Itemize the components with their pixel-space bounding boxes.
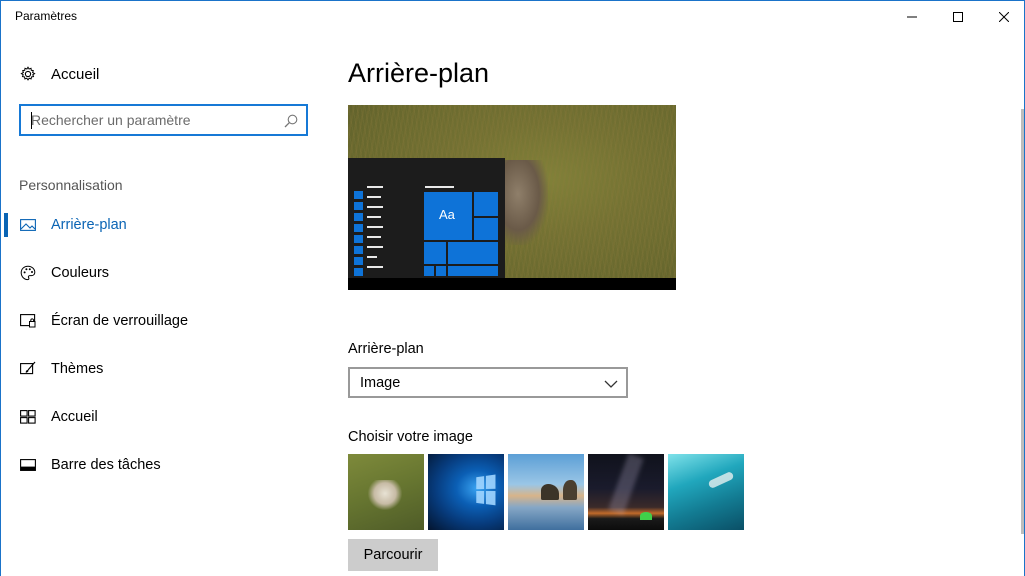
- preview-tiles: Aa: [424, 192, 500, 279]
- thumbnail-underwater[interactable]: [668, 454, 744, 530]
- preview-start-header-line: [425, 186, 454, 188]
- thumbnail-beach-rocks[interactable]: [508, 454, 584, 530]
- sidebar-item-label: Couleurs: [51, 265, 110, 281]
- chevron-down-icon: [604, 377, 618, 389]
- nav-home-label: Accueil: [51, 65, 100, 83]
- background-type-dropdown[interactable]: Image: [348, 367, 628, 398]
- search-input[interactable]: [31, 111, 277, 129]
- sidebar-item-background[interactable]: Arrière-plan: [1, 205, 321, 245]
- sidebar-item-colors[interactable]: Couleurs: [1, 253, 321, 293]
- preview-start-left-icons: [354, 191, 363, 276]
- nav-home[interactable]: Accueil: [19, 63, 99, 85]
- browse-button[interactable]: Parcourir: [348, 539, 438, 571]
- preview-start-lines: [367, 186, 383, 276]
- gear-icon: [19, 65, 37, 83]
- text-caret: [31, 112, 32, 129]
- sidebar-item-label: Arrière-plan: [51, 217, 127, 233]
- sidebar-item-label: Barre des tâches: [51, 457, 161, 473]
- brush-icon: [19, 360, 37, 378]
- preview-tile-text: Aa: [439, 207, 455, 222]
- settings-window: Paramètres Accueil Personnalisation Arri…: [0, 0, 1025, 576]
- close-button[interactable]: [981, 1, 1025, 32]
- palette-icon: [19, 264, 37, 282]
- sidebar-item-start[interactable]: Accueil: [1, 397, 321, 437]
- maximize-icon: [953, 11, 963, 22]
- close-icon: [999, 11, 1009, 22]
- minimize-icon: [907, 16, 917, 17]
- lock-screen-icon: [19, 312, 37, 330]
- preview-taskbar: [348, 278, 676, 290]
- title-bar: Paramètres: [1, 1, 1024, 32]
- sidebar-item-label: Thèmes: [51, 361, 104, 377]
- sidebar-item-taskbar[interactable]: Barre des tâches: [1, 445, 321, 485]
- preview-start-menu: Aa: [348, 158, 505, 278]
- thumbnail-night-sky[interactable]: [588, 454, 664, 530]
- background-type-label: Arrière-plan: [348, 341, 424, 357]
- background-preview: Aa: [348, 105, 676, 290]
- page-title: Arrière-plan: [348, 58, 490, 88]
- search-icon[interactable]: [283, 113, 299, 129]
- taskbar-icon: [19, 456, 37, 474]
- sidebar-item-label: Accueil: [51, 409, 98, 425]
- choose-image-label: Choisir votre image: [348, 429, 473, 445]
- sidebar-item-themes[interactable]: Thèmes: [1, 349, 321, 389]
- thumbnail-cow[interactable]: [348, 454, 424, 530]
- search-box[interactable]: [19, 104, 308, 136]
- window-title: Paramètres: [15, 9, 78, 23]
- sidebar-item-label: Écran de verrouillage: [51, 313, 189, 329]
- scrollbar[interactable]: [1021, 109, 1024, 534]
- sidebar-item-lock-screen[interactable]: Écran de verrouillage: [1, 301, 321, 341]
- start-tiles-icon: [19, 408, 37, 426]
- section-label: Personnalisation: [19, 177, 123, 193]
- picture-icon: [19, 216, 37, 234]
- dropdown-value: Image: [360, 374, 401, 391]
- maximize-button[interactable]: [935, 1, 981, 32]
- minimize-button[interactable]: [889, 1, 935, 32]
- thumbnail-windows-logo[interactable]: [428, 454, 504, 530]
